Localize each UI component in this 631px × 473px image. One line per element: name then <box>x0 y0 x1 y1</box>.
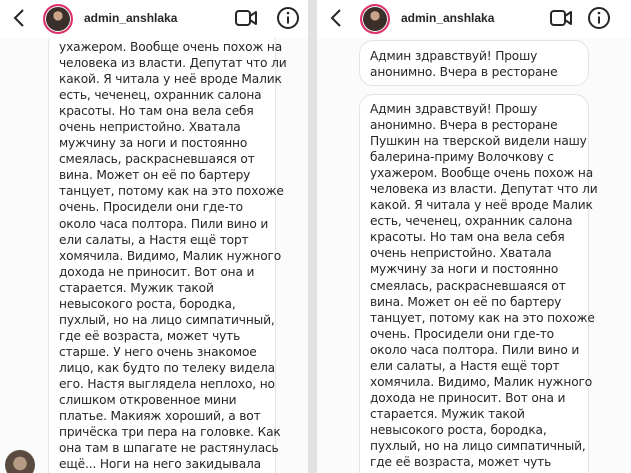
chat-header: admin_anshlaka <box>0 0 308 38</box>
chat-username[interactable]: admin_anshlaka <box>84 11 177 25</box>
chevron-left-icon[interactable] <box>12 6 26 30</box>
reply-preview-bubble: Админ здравствуй! Прошу анонимно. Вчера … <box>359 40 589 86</box>
chat-header: admin_anshlaka <box>317 0 631 38</box>
sender-avatar <box>5 450 35 473</box>
message-bubble: Админ здравствуй! Прошу анонимно. Вчера … <box>359 94 598 473</box>
avatar[interactable] <box>360 4 390 34</box>
avatar[interactable] <box>43 4 73 34</box>
chevron-left-icon[interactable] <box>329 6 343 30</box>
panel-divider <box>308 0 317 473</box>
chat-username[interactable]: admin_anshlaka <box>401 11 494 25</box>
right-screenshot-panel: Админ здравствуй! Прошу анонимно. Вчера … <box>317 0 631 473</box>
message-bubble: ухажером. Вообще очень похож на человека… <box>48 30 287 473</box>
video-camera-icon[interactable] <box>549 8 573 28</box>
left-screenshot-panel: ухажером. Вообще очень похож на человека… <box>0 0 308 473</box>
video-camera-icon[interactable] <box>234 8 258 28</box>
info-icon[interactable] <box>587 6 611 30</box>
info-icon[interactable] <box>276 6 300 30</box>
